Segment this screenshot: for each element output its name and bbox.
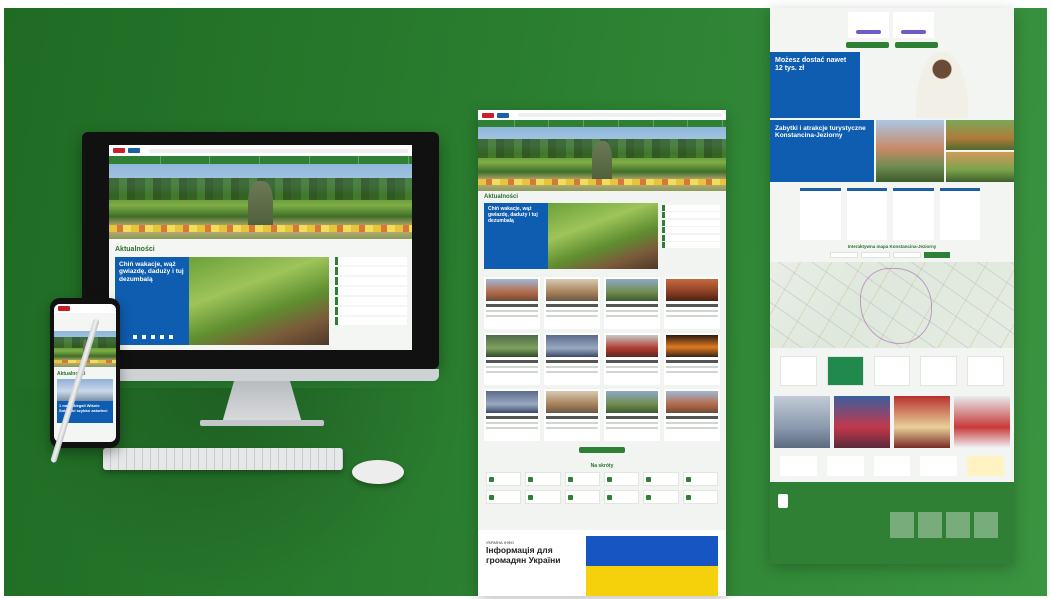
news-tile xyxy=(604,333,660,385)
shortcut-icon xyxy=(606,494,612,500)
shortcut-icon xyxy=(528,476,534,482)
city-logo-icon xyxy=(113,148,125,153)
news-tile xyxy=(604,277,660,329)
promo-person-photo xyxy=(916,52,968,118)
search-bar xyxy=(518,113,722,117)
shortcut-icon xyxy=(606,476,612,482)
map-heading: Interaktywna mapa Konstancina-Jeziorny xyxy=(847,244,937,249)
shortcut-icon xyxy=(685,494,691,500)
shortcut-tile xyxy=(643,472,679,486)
search-bar xyxy=(149,148,408,153)
keyboard xyxy=(103,448,343,470)
featured-news-card: Chiń wakacje, wąż gwiazdę, daduży i tuj … xyxy=(115,257,189,345)
shortcut-tile xyxy=(525,472,561,486)
shortcut-tile xyxy=(486,472,522,486)
site-footer xyxy=(770,482,1014,564)
news-side-list xyxy=(662,205,720,269)
partner-logo-icon xyxy=(128,148,140,153)
phone-news-photo xyxy=(57,379,113,401)
event-photos xyxy=(770,396,1014,448)
ukraine-info-banner: УКРАЇНА ІНФО Інформація для громадян Укр… xyxy=(478,530,726,596)
news-tile xyxy=(544,389,600,441)
partner-logos xyxy=(780,356,1004,386)
featured-news-photo xyxy=(548,203,658,269)
news-tile xyxy=(604,389,660,441)
tourism-title: Zabytki i atrakcje turystyczne Konstanci… xyxy=(775,125,866,140)
news-tile xyxy=(484,333,540,385)
shortcut-icon xyxy=(685,476,691,482)
featured-news-title: Chiń wakacje, wąż gwiazdę, daduży i tuj … xyxy=(488,206,538,224)
main-nav xyxy=(109,156,412,164)
featured-news-photo xyxy=(189,257,329,345)
info-cards xyxy=(848,12,934,38)
news-heading: Aktualności xyxy=(484,194,519,200)
homepage-lower-screenshot: Możesz dostać nawet 12 tys. zł Zabytki i… xyxy=(770,8,1014,564)
news-tile xyxy=(544,277,600,329)
shortcut-tile xyxy=(682,472,718,486)
news-heading: Aktualności xyxy=(115,246,155,253)
featured-news-card: Chiń wakacje, wąż gwiazdę, daduży i tuj … xyxy=(484,203,548,269)
shortcut-icon xyxy=(489,476,494,482)
shortcut-icon xyxy=(646,494,652,500)
news-side-list xyxy=(335,257,407,345)
shortcut-tile xyxy=(564,490,600,504)
news-tile xyxy=(484,277,540,329)
news-tile xyxy=(544,333,600,385)
imac-stand-base xyxy=(200,420,324,426)
mouse xyxy=(352,460,404,484)
ukraine-title: Інформація для громадян України xyxy=(486,545,561,565)
site-header xyxy=(109,145,412,156)
shortcut-tile xyxy=(486,490,522,504)
shortcut-tile xyxy=(682,490,718,504)
news-tile xyxy=(664,389,720,441)
sponsor-logos xyxy=(780,456,1004,476)
shortcut-tile xyxy=(603,472,640,486)
shortcut-tile xyxy=(643,490,679,504)
shortcut-icon xyxy=(489,494,494,500)
phone-site-header xyxy=(54,304,116,313)
featured-news: Chiń wakacje, wąż gwiazdę, daduży i tuj … xyxy=(484,203,720,269)
shortcut-icon xyxy=(567,476,573,482)
shortcut-tile xyxy=(603,490,640,504)
news-tile xyxy=(664,333,720,385)
shortcut-icon xyxy=(528,494,534,500)
homepage-full-screenshot: Aktualności Chiń wakacje, wąż gwiazdę, d… xyxy=(478,110,726,596)
shortcuts-grid xyxy=(486,472,718,504)
news-tile xyxy=(484,389,540,441)
tourism-card: Zabytki i atrakcje turystyczne Konstanci… xyxy=(770,120,874,182)
partner-logo-icon xyxy=(497,112,509,118)
ukraine-flag-icon xyxy=(586,536,718,596)
shortcut-icon xyxy=(567,494,573,500)
hero-photo xyxy=(478,127,726,191)
shortcut-icon xyxy=(646,476,652,482)
news-tile xyxy=(664,277,720,329)
tourism-photos xyxy=(876,120,1014,182)
grant-promo-card: Możesz dostać nawet 12 tys. zł xyxy=(770,52,860,118)
site-header xyxy=(478,110,726,120)
main-nav xyxy=(478,120,726,127)
shortcut-tile xyxy=(525,490,561,504)
city-logo-icon xyxy=(482,112,494,118)
featured-news-title: Chiń wakacje, wąż gwiazdę, daduży i tuj … xyxy=(119,261,184,283)
phone-news-heading: Aktualności xyxy=(57,371,86,377)
imac-chin xyxy=(82,369,439,381)
news-grid xyxy=(484,277,720,441)
slider-dots xyxy=(133,335,173,339)
grant-promo-title: Możesz dostać nawet 12 tys. zł xyxy=(775,57,847,73)
shortcuts-heading: Na skróty xyxy=(590,463,614,469)
imac-screen: Aktualności Chiń wakacje, wąż gwiazdę, d… xyxy=(109,145,412,350)
imac-stand xyxy=(222,381,302,423)
shortcut-tile xyxy=(564,472,600,486)
interactive-map xyxy=(770,262,1014,348)
info-card-buttons xyxy=(846,42,938,48)
city-logo-icon xyxy=(58,306,70,311)
hero-photo xyxy=(109,164,412,239)
imac-monitor: Aktualności Chiń wakacje, wąż gwiazdę, d… xyxy=(82,132,439,381)
service-widgets xyxy=(800,188,980,240)
map-filters xyxy=(830,252,950,258)
